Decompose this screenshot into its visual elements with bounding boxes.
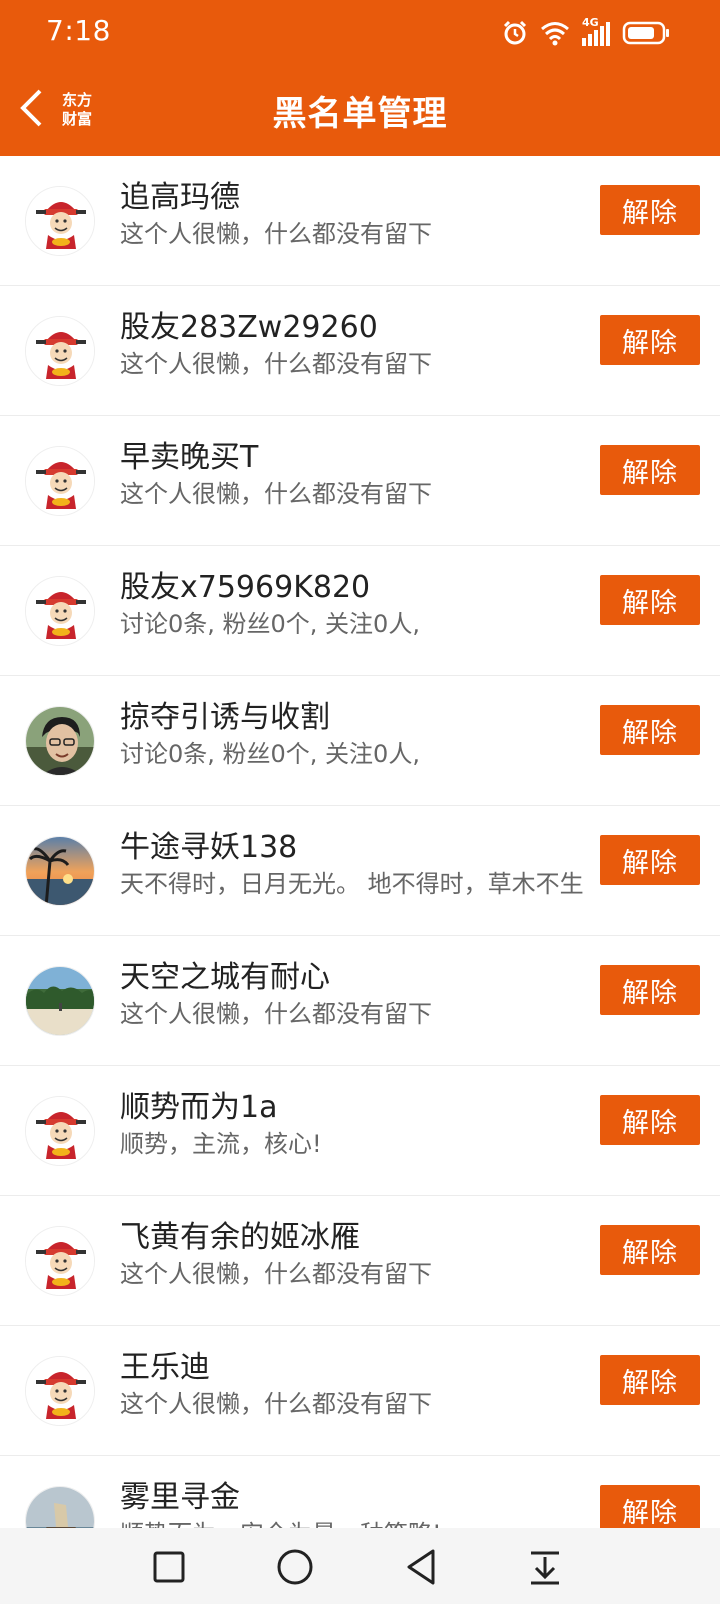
status-bar: 7:18 4G <box>0 0 720 64</box>
unblock-button[interactable]: 解除 <box>600 1095 700 1145</box>
user-name: 牛途寻妖138 <box>120 830 298 865</box>
blocked-user-row[interactable]: 顺势而为1a 顺势，主流，核心! 解除 <box>0 1066 720 1196</box>
network-type-label: 4G <box>582 16 599 29</box>
user-name: 股友x75969K820 <box>120 570 371 605</box>
blocked-user-row[interactable]: 股友x75969K820 讨论0条, 粉丝0个, 关注0人, 解除 <box>0 546 720 676</box>
home-button[interactable] <box>270 1542 320 1592</box>
cellular-signal-icon: 4G <box>582 16 610 46</box>
unblock-button[interactable]: 解除 <box>600 315 700 365</box>
blocked-user-row[interactable]: 股友283Zw29260 这个人很懒，什么都没有留下 解除 <box>0 286 720 416</box>
user-name: 股友283Zw29260 <box>120 310 378 345</box>
unblock-button[interactable]: 解除 <box>600 965 700 1015</box>
blocked-user-row[interactable]: 飞黄有余的姬冰雁这个人很懒，什么都没有留下 解除 <box>0 1196 720 1326</box>
home-icon <box>277 1549 313 1585</box>
user-name: 掠夺引诱与收割 <box>120 700 330 735</box>
user-description: 顺势，主流，核心! <box>120 1130 322 1158</box>
blocked-user-row[interactable]: 天空之城有耐心这个人很懒，什么都没有留下 解除 <box>0 936 720 1066</box>
user-description: 天不得时，日月无光。 地不得时，草木不生 <box>120 870 584 898</box>
user-description: 这个人很懒，什么都没有留下 <box>120 1390 432 1418</box>
unblock-button[interactable]: 解除 <box>600 705 700 755</box>
status-icons: 4G <box>502 16 672 48</box>
user-name: 王乐迪 <box>120 1350 210 1385</box>
user-name: 飞黄有余的姬冰雁 <box>120 1220 360 1255</box>
unblock-button[interactable]: 解除 <box>600 185 700 235</box>
wifi-icon <box>541 22 569 46</box>
user-description: 这个人很懒，什么都没有留下 <box>120 350 432 378</box>
user-name: 雾里寻金 <box>120 1480 240 1515</box>
system-nav-bar <box>0 1528 720 1604</box>
user-avatar[interactable] <box>25 1096 95 1166</box>
user-avatar[interactable] <box>25 1356 95 1426</box>
blocked-user-row[interactable]: 追高玛德这个人很懒，什么都没有留下 解除 <box>0 156 720 286</box>
alarm-icon <box>503 20 527 45</box>
notification-pull-icon <box>531 1551 559 1585</box>
blocked-user-row[interactable]: 牛途寻妖138 天不得时，日月无光。 地不得时，草木不生 解除 <box>0 806 720 936</box>
status-time: 7:18 <box>46 14 111 47</box>
recent-apps-icon <box>153 1551 185 1583</box>
unblock-button[interactable]: 解除 <box>600 1355 700 1405</box>
user-avatar[interactable] <box>25 316 95 386</box>
blocklist: 追高玛德 这个人很懒，什么都没有留下 解除 股友283Zw29260 这个人很懒，什么都… <box>0 156 720 1528</box>
recent-apps-button[interactable] <box>144 1542 194 1592</box>
blocked-user-row[interactable]: 雾里寻金顺势而为，安全为最，种策略! 解除 <box>0 1456 720 1528</box>
user-description: 这个人很懒，什么都没有留下 <box>120 220 432 248</box>
user-name: 追高玛德 <box>120 180 240 215</box>
user-avatar[interactable] <box>25 186 95 256</box>
user-avatar[interactable] <box>25 966 95 1036</box>
blocked-user-row[interactable]: 王乐迪这个人很懒，什么都没有留下 解除 <box>0 1326 720 1456</box>
blocked-user-row[interactable]: 掠夺引诱与收割讨论0条, 粉丝0个, 关注0人, 解除 <box>0 676 720 806</box>
page-title: 黑名单管理 <box>272 94 448 134</box>
user-name: 早卖晚买T <box>120 440 259 475</box>
user-avatar[interactable] <box>25 1486 95 1528</box>
user-avatar[interactable] <box>25 1226 95 1296</box>
unblock-button[interactable]: 解除 <box>600 445 700 495</box>
title-bar: 东方 财富 黑名单管理 <box>0 64 720 156</box>
back-icon <box>407 1549 435 1585</box>
battery-icon <box>622 21 669 45</box>
blocked-user-row[interactable]: 早卖晚买T 这个人很懒，什么都没有留下 解除 <box>0 416 720 546</box>
user-description: 讨论0条, 粉丝0个, 关注0人, <box>120 610 420 638</box>
unblock-button[interactable]: 解除 <box>600 575 700 625</box>
unblock-button[interactable]: 解除 <box>600 1225 700 1275</box>
user-avatar[interactable] <box>25 576 95 646</box>
user-description: 讨论0条, 粉丝0个, 关注0人, <box>120 740 420 768</box>
user-avatar[interactable] <box>25 446 95 516</box>
user-avatar[interactable] <box>25 836 95 906</box>
user-description: 顺势而为，安全为最，种策略! <box>120 1514 596 1528</box>
unblock-button[interactable]: 解除 <box>600 1485 700 1528</box>
nav-back-button[interactable] <box>396 1542 446 1592</box>
unblock-button[interactable]: 解除 <box>600 835 700 885</box>
user-description: 这个人很懒，什么都没有留下 <box>120 1000 432 1028</box>
user-description: 这个人很懒，什么都没有留下 <box>120 1260 432 1288</box>
user-avatar[interactable] <box>25 706 95 776</box>
user-name: 顺势而为1a <box>120 1090 278 1125</box>
notification-pull-button[interactable] <box>520 1542 570 1592</box>
user-description: 这个人很懒，什么都没有留下 <box>120 480 432 508</box>
user-name: 天空之城有耐心 <box>120 960 330 995</box>
